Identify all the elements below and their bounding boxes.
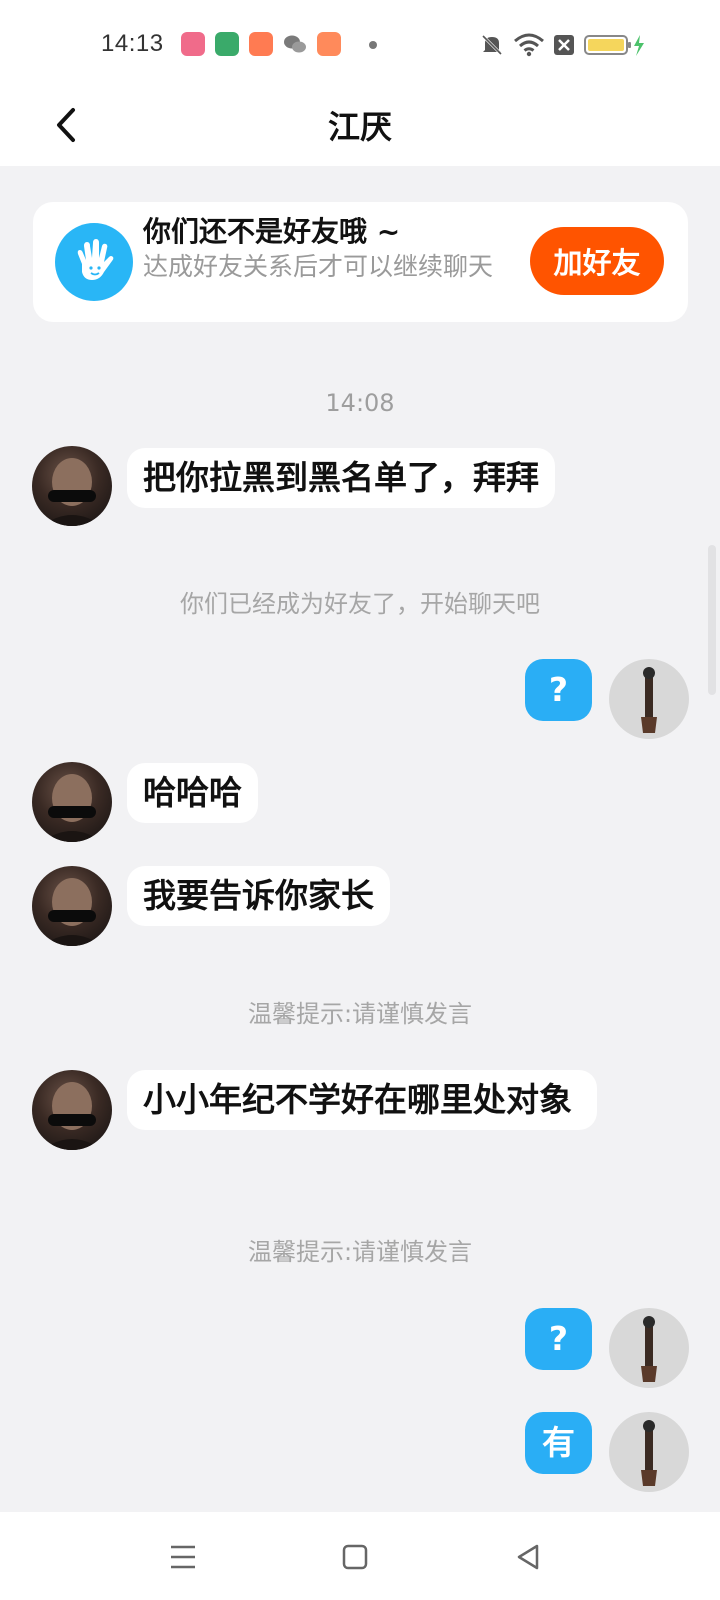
mute-icon <box>479 32 505 58</box>
system-notice: 温馨提示:请谨慎发言 <box>247 1000 473 1028</box>
back-triangle-icon <box>517 1544 539 1570</box>
notification-dot-icon <box>369 41 377 49</box>
banner-subtitle: 达成好友关系后才可以继续聊天 <box>143 252 494 281</box>
battery-icon <box>584 32 650 58</box>
add-friend-button[interactable]: 加好友 <box>530 227 664 295</box>
message-bubble[interactable]: 哈哈哈 <box>127 763 258 823</box>
my-avatar[interactable] <box>609 1412 689 1492</box>
contact-avatar[interactable] <box>32 446 112 526</box>
menu-icon <box>171 1545 195 1569</box>
wechat-app-icon <box>283 32 307 56</box>
chat-header: 江厌 <box>0 92 720 166</box>
contact-avatar[interactable] <box>32 866 112 946</box>
my-message-bubble[interactable]: ? <box>525 659 592 721</box>
my-avatar[interactable] <box>609 1308 689 1388</box>
video-app-icon <box>249 32 273 56</box>
my-message-bubble[interactable]: 有 <box>525 1412 592 1474</box>
my-avatar[interactable] <box>609 659 689 739</box>
system-notice: 你们已经成为好友了，开始聊天吧 <box>180 590 540 618</box>
my-message-bubble[interactable]: ? <box>525 1308 592 1370</box>
oppo-app-icon <box>215 32 239 56</box>
sim-icon <box>552 32 576 58</box>
home-nav-button[interactable] <box>330 1532 380 1582</box>
system-nav-bar <box>0 1512 720 1600</box>
hand-wave-icon <box>55 223 133 301</box>
wifi-icon <box>513 32 545 58</box>
message-timestamp: 14:08 <box>325 389 395 417</box>
scrollbar[interactable] <box>708 545 716 695</box>
contact-avatar[interactable] <box>32 1070 112 1150</box>
message-bubble[interactable]: 小小年纪不学好在哪里处对象 <box>127 1070 597 1130</box>
status-time: 14:13 <box>101 30 164 57</box>
home-square-icon <box>342 1544 368 1570</box>
camera-app-icon <box>181 32 205 56</box>
grid-app-icon <box>317 32 341 56</box>
page-title: 江厌 <box>327 108 392 146</box>
banner-title: 你们还不是好友哦 ~ <box>143 215 401 248</box>
contact-avatar[interactable] <box>32 762 112 842</box>
message-bubble[interactable]: 我要告诉你家长 <box>127 866 390 926</box>
menu-nav-button[interactable] <box>158 1532 208 1582</box>
not-friend-banner: 你们还不是好友哦 ~ 达成好友关系后才可以继续聊天 加好友 <box>33 202 688 322</box>
message-bubble[interactable]: 把你拉黑到黑名单了，拜拜 <box>127 448 555 508</box>
status-bar: 14:13 <box>0 0 720 92</box>
system-notice: 温馨提示:请谨慎发言 <box>247 1238 473 1266</box>
back-nav-button[interactable] <box>503 1532 553 1582</box>
